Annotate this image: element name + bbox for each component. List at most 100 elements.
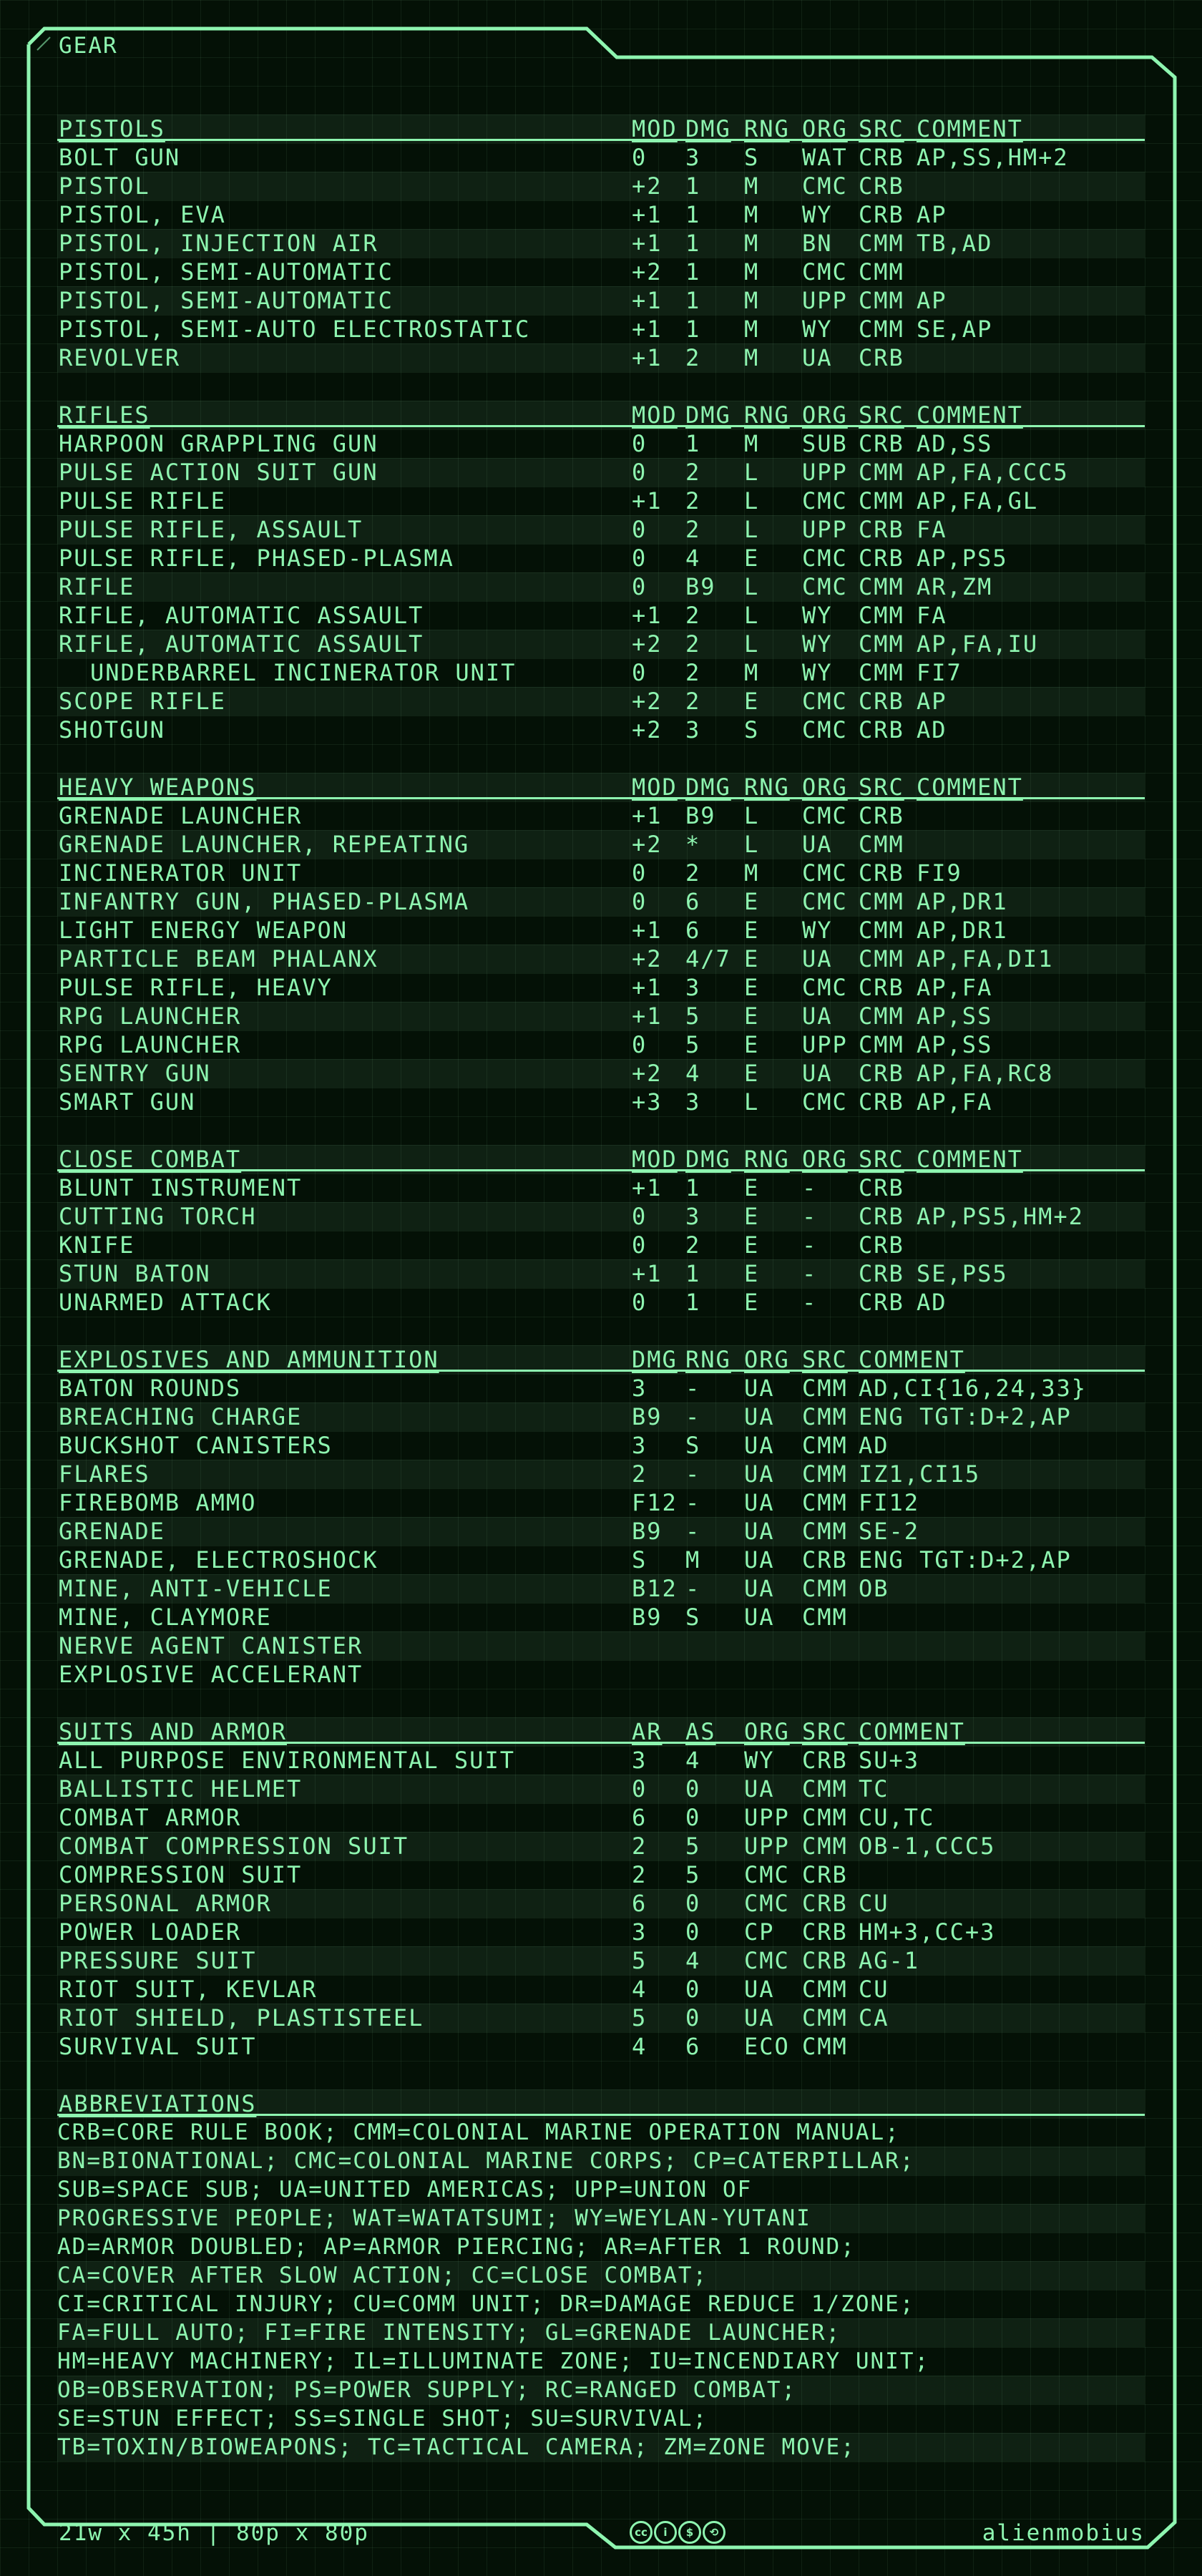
column-header: COMMENT xyxy=(917,1146,1023,1173)
sa-icon: ⟲ xyxy=(703,2521,725,2544)
cell-rng: S xyxy=(685,1604,701,1631)
table-row: PULSE RIFLE, ASSAULT 0 2 L UPP CRB FA xyxy=(57,515,1145,544)
column-header: DMG xyxy=(685,1146,731,1173)
cell-dmg: 2 xyxy=(632,1460,648,1488)
cell-comment: AP,DR1 xyxy=(917,888,1008,915)
cell-org: UA xyxy=(802,344,833,371)
cell-org: UPP xyxy=(744,1804,790,1831)
cell-mod: 0 xyxy=(632,459,648,486)
table-row: KNIFE 0 2 E - CRB xyxy=(57,1231,1145,1259)
section-title: RIFLES xyxy=(59,401,150,429)
cell-src: CRB xyxy=(802,1546,848,1574)
column-header: ORG xyxy=(802,774,848,801)
item-name: RPG LAUNCHER xyxy=(59,1002,242,1030)
cell-src: CRB xyxy=(802,1890,848,1917)
table-row: RIOT SUIT, KEVLAR 4 0 UA CMM CU xyxy=(57,1975,1145,2004)
item-name: BATON ROUNDS xyxy=(59,1375,242,1402)
cell-src: CRB xyxy=(859,802,904,829)
column-header: DMG xyxy=(685,774,731,801)
cell-rng: M xyxy=(744,659,760,686)
item-name: STUN BATON xyxy=(59,1260,211,1287)
cell-rng: E xyxy=(744,688,760,715)
item-name: BALLISTIC HELMET xyxy=(59,1775,303,1802)
cell-org: WY xyxy=(802,917,833,944)
table-row: SHOTGUN +2 3 S CMC CRB AD xyxy=(57,716,1145,744)
cell-src: CMM xyxy=(802,1604,848,1631)
cell-comment: AP,FA xyxy=(917,974,993,1001)
cell-rng: E xyxy=(744,1203,760,1230)
cell-org: UPP xyxy=(802,1031,848,1058)
cell-rng: L xyxy=(744,459,760,486)
cell-org: CMC xyxy=(744,1890,790,1917)
cell-src: CRB xyxy=(802,1861,848,1888)
cell-rng: E xyxy=(744,1174,760,1201)
cell-comment: AP,FA,IU xyxy=(917,630,1039,658)
item-name: KNIFE xyxy=(59,1231,135,1259)
column-header: MOD xyxy=(632,774,678,801)
table-row: SMART GUN +3 3 L CMC CRB AP,FA xyxy=(57,1088,1145,1116)
abbreviation-line: SE=STUN EFFECT; SS=SINGLE SHOT; SU=SURVI… xyxy=(57,2406,708,2431)
cell-org: UA xyxy=(744,1403,775,1430)
table-row: ALL PURPOSE ENVIRONMENTAL SUIT 3 4 WY CRB SU+… xyxy=(57,1746,1145,1775)
cell-mod: 0 xyxy=(632,430,648,457)
item-name: CUTTING TORCH xyxy=(59,1203,257,1230)
abbreviation-line: PROGRESSIVE PEOPLE; WAT=WATATSUMI; WY=WE… xyxy=(57,2204,1145,2233)
cell-mod: +1 xyxy=(632,201,663,228)
cell-mod: +2 xyxy=(632,688,663,715)
cell-src: CMM xyxy=(859,602,904,629)
cell-comment: TB,AD xyxy=(917,230,993,257)
cell-src: CMM xyxy=(859,287,904,314)
cell-src: CRB xyxy=(859,430,904,457)
cell-rng: L xyxy=(744,602,760,629)
abbreviation-line: SUB=SPACE SUB; UA=UNITED AMERICAS; UPP=U… xyxy=(57,2177,753,2202)
cell-dmg: 2 xyxy=(685,1231,701,1259)
cell-as: 5 xyxy=(685,1861,701,1888)
item-name: PISTOL, EVA xyxy=(59,201,226,228)
abbreviation-line: OB=OBSERVATION; PS=POWER SUPPLY; RC=RANG… xyxy=(57,2376,1145,2404)
column-header: RNG xyxy=(685,1346,731,1373)
cell-comment: AP,DR1 xyxy=(917,917,1008,944)
cell-as: 5 xyxy=(685,1833,701,1860)
cell-org: CMC xyxy=(802,974,848,1001)
cell-mod: 0 xyxy=(632,659,648,686)
cell-comment: AR,ZM xyxy=(917,573,993,600)
item-name: NERVE AGENT CANISTER xyxy=(59,1632,363,1659)
item-name: RIFLE, AUTOMATIC ASSAULT xyxy=(59,602,424,629)
section-header-row: SUITS AND ARMOR AR AS ORG SRC COMMENT xyxy=(57,1717,1145,1746)
table-row: SENTRY GUN +2 4 E UA CRB AP,FA,RC8 xyxy=(57,1059,1145,1088)
cell-src: CMM xyxy=(802,2004,848,2031)
cell-src: CMM xyxy=(802,1976,848,2003)
cell-mod: 0 xyxy=(632,1031,648,1058)
column-header: ORG xyxy=(802,115,848,142)
cell-mod: 0 xyxy=(632,545,648,572)
cell-org: WY xyxy=(802,630,833,658)
cell-dmg: 2 xyxy=(685,659,701,686)
cell-mod: +2 xyxy=(632,716,663,743)
item-name: ALL PURPOSE ENVIRONMENTAL SUIT xyxy=(59,1747,515,1774)
item-name: PULSE ACTION SUIT GUN xyxy=(59,459,378,486)
table-row: PISTOL, EVA +1 1 M WY CRB AP xyxy=(57,200,1145,229)
cell-dmg: B9 xyxy=(632,1403,663,1430)
column-header: RNG xyxy=(744,774,790,801)
cell-org: UA xyxy=(744,1489,775,1516)
cell-ar: 3 xyxy=(632,1747,648,1774)
cell-comment: AP xyxy=(917,201,947,228)
cell-as: 6 xyxy=(685,2033,701,2060)
cell-rng: E xyxy=(744,1031,760,1058)
item-name: BREACHING CHARGE xyxy=(59,1403,303,1430)
item-name: PULSE RIFLE, PHASED-PLASMA xyxy=(59,545,454,572)
table-row: BREACHING CHARGE B9- UA CMM ENG TGT:D+2,AP xyxy=(57,1402,1145,1431)
cell-org: CMC xyxy=(744,1861,790,1888)
column-header: MOD xyxy=(632,1146,678,1173)
cell-org: CMC xyxy=(802,716,848,743)
column-header: COMMENT xyxy=(917,774,1023,801)
cell-org: WY xyxy=(802,201,833,228)
cell-org: UA xyxy=(744,1518,775,1545)
abbreviations-title: ABBREVIATIONS xyxy=(59,2090,257,2117)
cell-comment: CU xyxy=(859,1890,889,1917)
table-row: COMBAT COMPRESSION SUIT 2 5 UPP CMM OB-1,CCC5 xyxy=(57,1832,1145,1860)
table-row: COMBAT ARMOR 6 0 UPP CMM CU,TC xyxy=(57,1803,1145,1832)
column-header: MOD xyxy=(632,115,678,142)
cell-src: CRB xyxy=(859,144,904,171)
cell-dmg: 1 xyxy=(685,258,701,286)
